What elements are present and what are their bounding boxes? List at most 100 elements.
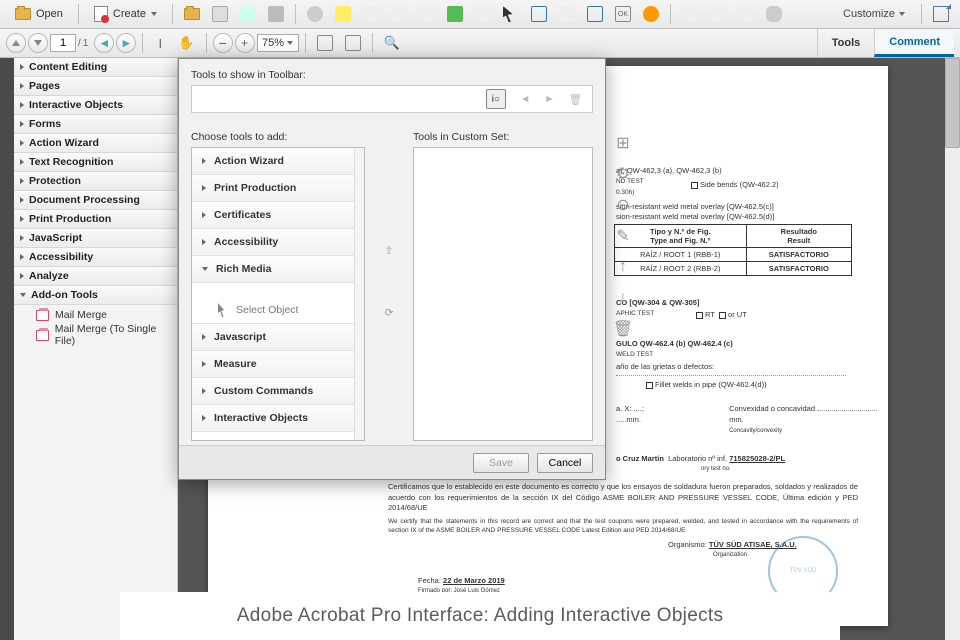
select-tool[interactable]: I [149,32,171,54]
move-up-icon[interactable]: ↑ [614,258,632,276]
nav-next-view[interactable]: ► [116,33,136,53]
caption-bar: Adobe Acrobat Pro Interface: Adding Inte… [120,592,840,640]
page-up-button[interactable] [6,33,26,53]
tool-icon-4[interactable] [442,3,468,25]
panel-addon-tools[interactable]: Add-on Tools [14,286,177,305]
acc-print-production[interactable]: Print Production [192,175,364,202]
addon-mail-merge-single[interactable]: Mail Merge (To Single File) [14,325,177,345]
fit-page-icon[interactable] [340,32,366,54]
find-icon[interactable]: 🔍 [379,32,405,54]
page-total: 1 [83,38,89,49]
add-to-set-button[interactable]: ⇧ [378,240,400,262]
acc-action-wizard[interactable]: Action Wizard [192,148,364,175]
create-icon [94,6,108,22]
move-down-icon[interactable]: ↓ [614,289,632,307]
separator [78,4,79,24]
fit-width-icon[interactable] [312,32,338,54]
acc-interactive-objects[interactable]: Interactive Objects [192,405,364,432]
tool-icon-6[interactable] [554,3,580,25]
tool-icon-9[interactable] [705,3,731,25]
folder-icon [15,8,31,20]
tool-icon-3[interactable] [414,3,440,25]
addon-mail-merge[interactable]: Mail Merge [14,305,177,325]
tool-icon-7[interactable] [582,3,608,25]
panel-text-recognition[interactable]: Text Recognition [14,153,177,172]
page-number-input[interactable] [50,34,76,52]
tool-icon-1[interactable] [358,3,384,25]
choose-tools-list[interactable]: Action Wizard Print Production Certifica… [191,147,365,441]
cloud-icon[interactable] [235,3,261,25]
acc-rich-media[interactable]: Rich Media [192,256,364,283]
acc-measure[interactable]: Measure [192,351,364,378]
panel-protection[interactable]: Protection [14,172,177,191]
print-icon[interactable] [263,3,289,25]
comment-icon[interactable] [330,3,356,25]
zoom-in-button[interactable]: + [235,33,255,53]
open-label: Open [36,8,63,20]
create-button[interactable]: Create [85,3,166,25]
preview-icon-button[interactable]: i○ [486,89,506,109]
prev-icon[interactable]: ◄ [520,93,530,105]
vertical-scrollbar[interactable] [945,58,960,640]
save-button[interactable]: Save [473,453,529,473]
open-button[interactable]: Open [6,3,72,25]
separator [206,33,207,53]
tool-icon-2[interactable] [386,3,412,25]
divider-icon[interactable]: ⊝ [614,196,632,214]
nav-prev-view[interactable]: ◄ [94,33,114,53]
add-set-icon[interactable]: ⊞ [614,134,632,152]
next-icon[interactable]: ► [544,93,554,105]
panel-analyze[interactable]: Analyze [14,267,177,286]
tools-tab[interactable]: Tools [817,29,875,57]
tool-icon-10[interactable] [733,3,759,25]
custom-set-list[interactable] [413,147,593,441]
gear-icon[interactable] [302,3,328,25]
acc-certificates[interactable]: Certificates [192,202,364,229]
panel-javascript[interactable]: JavaScript [14,229,177,248]
comment-tab[interactable]: Comment [874,29,954,57]
tool-icon-5[interactable] [470,3,496,25]
acc-custom-commands[interactable]: Custom Commands [192,378,364,405]
toolbar-preview: i○ ◄ ► 🗑 [191,85,593,113]
zoom-field[interactable]: 75% [257,34,299,52]
cursor-icon [218,303,228,317]
panel-document-processing[interactable]: Document Processing [14,191,177,210]
cursor-icon[interactable] [498,3,524,25]
remove-from-set-button[interactable]: ⟳ [378,302,400,324]
trash-icon[interactable]: 🗑 [569,93,582,106]
tool-icon-8[interactable] [677,3,703,25]
trash-icon[interactable]: 🗑 [614,320,632,338]
create-label: Create [113,8,146,20]
customize-toolbar-dialog: Tools to show in Toolbar: i○ ◄ ► 🗑 Choos… [178,58,606,480]
acc-javascript[interactable]: Javascript [192,324,364,351]
page-down-button[interactable] [28,33,48,53]
right-tabs: Tools Comment [817,29,954,57]
user-icon[interactable] [638,3,664,25]
dialog-title: Tools to show in Toolbar: [191,69,593,81]
link-icon[interactable] [761,3,787,25]
panel-forms[interactable]: Forms [14,115,177,134]
cancel-button[interactable]: Cancel [537,453,593,473]
zoom-out-button[interactable]: − [213,33,233,53]
save-icon[interactable] [207,3,233,25]
panel-interactive-objects[interactable]: Interactive Objects [14,96,177,115]
panel-action-wizard[interactable]: Action Wizard [14,134,177,153]
nav-toolbar: / 1 ◄ ► I ✋ − + 75% 🔍 Tools Comment [0,29,960,58]
open-folder-icon[interactable] [179,3,205,25]
fullscreen-button[interactable] [928,3,954,25]
customize-button[interactable]: Customize [833,8,915,20]
hand-tool[interactable]: ✋ [173,32,199,54]
ok-icon[interactable]: OK [610,3,636,25]
panel-accessibility[interactable]: Accessibility [14,248,177,267]
panel-content-editing[interactable]: Content Editing [14,58,177,77]
item-select-object[interactable]: Select Object [192,297,364,324]
text-tool-icon[interactable] [526,3,552,25]
arrow-down-icon [34,40,42,46]
panel-pages[interactable]: Pages [14,77,177,96]
edit-icon[interactable]: ✎ [614,227,632,245]
acc-accessibility[interactable]: Accessibility [192,229,364,256]
panel-print-production[interactable]: Print Production [14,210,177,229]
list-scrollbar[interactable] [354,148,364,440]
navpane-strip[interactable] [0,58,14,640]
gear-icon[interactable]: ⚙ [614,165,632,183]
